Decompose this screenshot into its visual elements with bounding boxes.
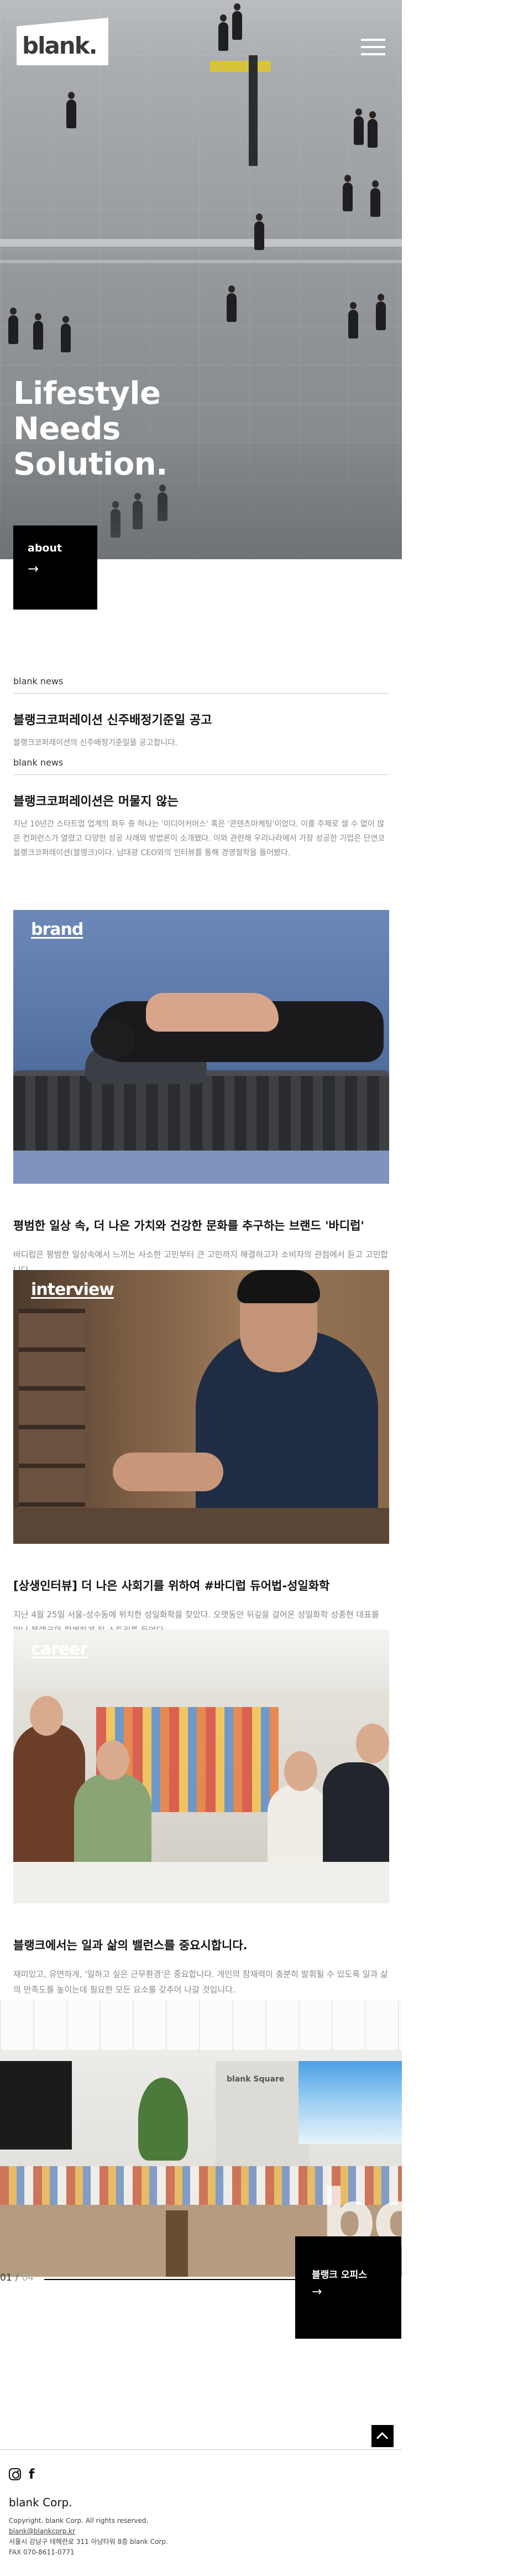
- person-face: [30, 1696, 63, 1736]
- divider: [13, 693, 389, 694]
- page: blank. Lifestyle Needs Solution. about →…: [0, 0, 402, 2576]
- divider: [13, 774, 389, 775]
- scroll-top-button[interactable]: [371, 2425, 394, 2447]
- hero-title-line: Solution.: [13, 446, 167, 482]
- interviewee-hand: [113, 1453, 223, 1491]
- interview-card[interactable]: interview [상생인터뷰] 더 나은 사회기를 위하여 #바디럽 듀어법…: [13, 1270, 389, 1638]
- interviewee-hair: [237, 1270, 320, 1303]
- career-card[interactable]: career 블랭크에서는 일과 삶의 밸런스를 중요시합니다. 재미있고, 유…: [13, 1630, 389, 1997]
- news-category: blank news: [13, 676, 64, 686]
- hero-person: [232, 3, 242, 40]
- career-image[interactable]: career: [13, 1630, 389, 1903]
- facebook-icon[interactable]: f: [29, 2468, 34, 2481]
- hero-person: [33, 313, 43, 350]
- news-description: 지난 10년간 스타트업 업계의 화두 중 하나는 '미디어커머스' 혹은 '콘…: [13, 820, 385, 857]
- floor: [13, 1151, 389, 1184]
- divider: [0, 2449, 402, 2450]
- logo[interactable]: blank.: [17, 18, 108, 65]
- hero-section: blank. Lifestyle Needs Solution.: [0, 0, 402, 559]
- news-category: blank news: [13, 757, 64, 768]
- person-face: [356, 1724, 389, 1763]
- bookshelf: [19, 1309, 85, 1508]
- hero-pillar: [249, 55, 258, 166]
- brand-card[interactable]: brand 평범한 일상 속, 더 나은 가치와 건강한 문화를 추구하는 브랜…: [13, 910, 389, 1278]
- office-button[interactable]: 블랭크 오피스 →: [295, 2236, 401, 2339]
- arrow-right-icon: →: [28, 561, 39, 576]
- pager-total: 04: [22, 2272, 34, 2283]
- about-button[interactable]: about →: [13, 525, 97, 610]
- office-label: 블랭크 오피스: [312, 2270, 367, 2281]
- interview-image[interactable]: interview: [13, 1270, 389, 1544]
- ceiling: [0, 2000, 402, 2050]
- hero-floor-band: [0, 260, 402, 263]
- model-head: [91, 1021, 135, 1059]
- table: [13, 1508, 389, 1544]
- person-face: [96, 1740, 129, 1780]
- hero-person: [354, 108, 364, 145]
- news-title[interactable]: 블랭크코퍼레이션 신주배정기준일 공고: [13, 710, 389, 728]
- brand-image[interactable]: brand: [13, 910, 389, 1184]
- sns-links: f: [9, 2468, 34, 2481]
- slider-pager: 01/04: [0, 2272, 34, 2283]
- menu-bar: [361, 46, 385, 48]
- wall-screen: [298, 2061, 402, 2144]
- about-label: about: [28, 542, 62, 554]
- email-link[interactable]: blank@blankcorp.kr: [9, 2527, 75, 2535]
- hero-title-line: Lifestyle: [13, 376, 161, 412]
- model-skin: [146, 993, 279, 1032]
- card-title[interactable]: 블랭크에서는 일과 삶의 밸런스를 중요시합니다.: [13, 1937, 389, 1953]
- plant: [138, 2078, 188, 2161]
- hero-floor-band: [0, 239, 402, 247]
- pager-current: 01: [0, 2272, 12, 2283]
- pager-separator: /: [15, 2272, 19, 2283]
- fax: FAX 070-8611-0771: [9, 2548, 75, 2556]
- person-face: [284, 1751, 317, 1791]
- hero-title: Lifestyle Needs Solution.: [13, 376, 167, 482]
- card-tag: career: [31, 1640, 88, 1659]
- hero-person: [61, 316, 71, 352]
- card-tag: interview: [31, 1280, 114, 1299]
- news-item[interactable]: blank news 블랭크코퍼레이션은 머물지 않는 지난 10년간 스타트업…: [13, 757, 389, 860]
- hero-person: [343, 175, 353, 211]
- copyright: Copyright. blank Corp. All rights reserv…: [9, 2517, 149, 2525]
- hero-person: [218, 14, 228, 51]
- card-title[interactable]: 평범한 일상 속, 더 나은 가치와 건강한 문화를 추구하는 브랜드 '바디럽…: [13, 1217, 389, 1234]
- hero-person: [227, 285, 237, 322]
- mattress: [13, 1076, 389, 1151]
- stool: [166, 2210, 188, 2277]
- table: [13, 1862, 389, 1903]
- menu-bar: [361, 53, 385, 55]
- hero-person: [254, 214, 264, 250]
- arrow-right-icon: →: [312, 2285, 322, 2299]
- card-tag: brand: [31, 920, 83, 939]
- card-description: 재미있고, 유연하게, '일하고 싶은 근무환경'은 중요합니다. 개인의 참재…: [13, 1969, 388, 1995]
- menu-bar: [361, 39, 385, 41]
- hero-person: [8, 308, 18, 344]
- hero-person: [348, 302, 358, 339]
- hero-title-line: Needs: [13, 411, 121, 447]
- monitor: [0, 2061, 72, 2150]
- pager-progress-line: [44, 2279, 295, 2280]
- office-image[interactable]: blank Square bo: [0, 2000, 402, 2277]
- hero-person: [376, 294, 386, 330]
- news-item[interactable]: blank news 블랭크코퍼레이션 신주배정기준일 공고 블랭크코퍼레이션의…: [13, 676, 389, 750]
- ceiling: [13, 1630, 389, 1690]
- instagram-icon[interactable]: [9, 2468, 21, 2480]
- hamburger-menu-icon[interactable]: [361, 39, 385, 55]
- hero-person: [368, 111, 378, 148]
- wall-sign: blank Square: [227, 2075, 285, 2084]
- address: 서울시 강남구 테헤란로 311 아남타워 8층 blank Corp.: [9, 2538, 168, 2546]
- office-slider[interactable]: blank Square bo: [0, 2000, 402, 2277]
- hero-person: [66, 92, 76, 128]
- hero-person: [370, 180, 380, 217]
- company-name: blank Corp.: [9, 2496, 72, 2509]
- logo-text: blank.: [22, 32, 98, 59]
- company-info: Copyright. blank Corp. All rights reserv…: [9, 2516, 168, 2558]
- card-title[interactable]: [상생인터뷰] 더 나은 사회기를 위하여 #바디럽 듀어법-성일화학: [13, 1577, 389, 1594]
- news-description: 블랭크코퍼레이션의 신주배정기준일을 공고합니다.: [13, 738, 177, 747]
- hero-sign: [210, 61, 271, 72]
- news-title[interactable]: 블랭크코퍼레이션은 머물지 않는: [13, 792, 389, 809]
